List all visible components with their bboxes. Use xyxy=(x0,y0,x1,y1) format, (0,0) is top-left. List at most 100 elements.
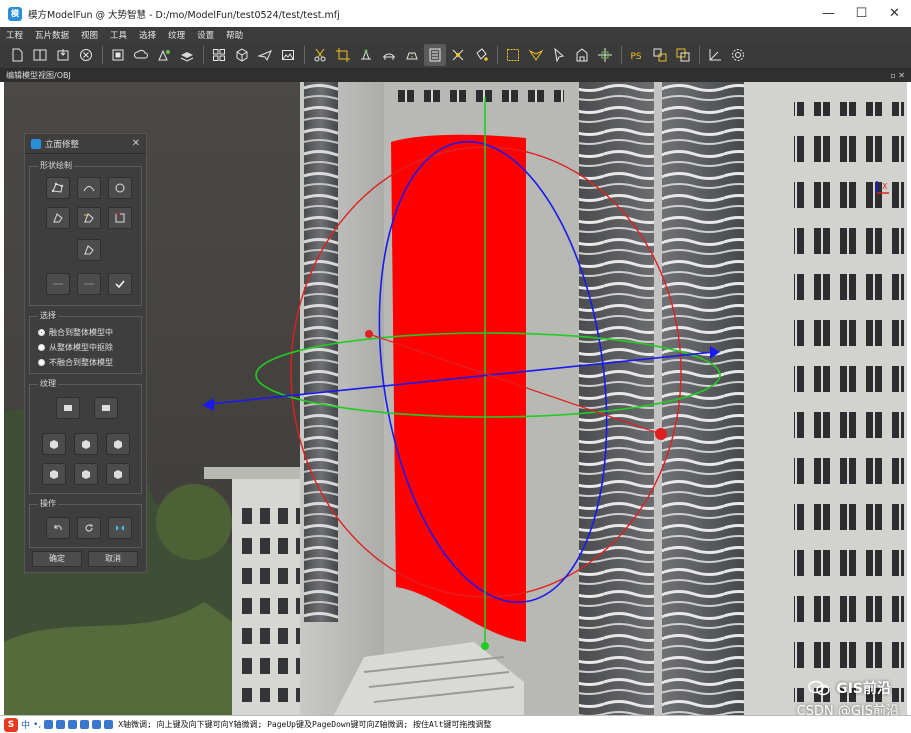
texture-group-label: 纹理 xyxy=(38,378,58,389)
box-texture-2-icon[interactable] xyxy=(74,433,98,455)
settings-icon[interactable] xyxy=(727,44,749,66)
toolbar-separator xyxy=(203,46,204,64)
flatten-icon[interactable] xyxy=(355,44,377,66)
close-icon[interactable]: ✕ xyxy=(878,0,911,27)
box-texture-5-icon[interactable] xyxy=(74,463,98,485)
shape-subtract-icon[interactable] xyxy=(77,207,101,229)
axis-y-handle[interactable] xyxy=(481,642,489,650)
watermark-brand-text: GIS前沿 xyxy=(836,681,891,697)
arc-draw-icon[interactable] xyxy=(77,177,101,199)
polygon-draw-icon[interactable] xyxy=(46,177,70,199)
box-texture-6-icon[interactable] xyxy=(106,463,130,485)
fill-icon[interactable] xyxy=(470,44,492,66)
minimize-icon[interactable]: — xyxy=(812,0,845,27)
texture-copy-icon[interactable] xyxy=(672,44,694,66)
operate-group: 操作 xyxy=(29,498,142,548)
option-label: 不融合到整体模型 xyxy=(49,358,113,367)
menu-settings[interactable]: 设置 xyxy=(197,29,214,41)
confirm-check-icon[interactable] xyxy=(108,273,132,295)
toolbar-separator xyxy=(102,46,103,64)
radio-unchecked[interactable] xyxy=(38,359,45,366)
new-file-icon[interactable] xyxy=(6,44,28,66)
option-merge-into-model[interactable]: 融合到整体模型中 xyxy=(38,327,113,338)
ime-mode[interactable]: 中 xyxy=(21,718,30,731)
undo-point-icon[interactable] xyxy=(46,273,70,295)
cancel-button[interactable]: 取消 xyxy=(88,551,138,567)
split-view-icon[interactable] xyxy=(29,44,51,66)
menu-help[interactable]: 帮助 xyxy=(226,29,243,41)
rotate-icon[interactable] xyxy=(77,517,101,539)
panel-title-bar[interactable]: 立面修整 ✕ xyxy=(25,134,146,154)
crop-icon[interactable] xyxy=(332,44,354,66)
image-icon[interactable] xyxy=(277,44,299,66)
keyboard-icon[interactable] xyxy=(68,720,78,729)
building-icon[interactable] xyxy=(571,44,593,66)
svg-text:X: X xyxy=(882,182,888,191)
mirror-icon[interactable] xyxy=(108,517,132,539)
cube-icon[interactable] xyxy=(231,44,253,66)
texture-flat-icon[interactable] xyxy=(56,397,80,419)
grid-menu-icon[interactable] xyxy=(104,720,114,729)
axis-x-handle-end[interactable] xyxy=(655,428,667,440)
ime-punctuation[interactable]: •, xyxy=(33,720,41,730)
menu-texture[interactable]: 纹理 xyxy=(168,29,185,41)
circle-draw-icon[interactable] xyxy=(108,177,132,199)
select-pointer-icon[interactable] xyxy=(548,44,570,66)
rectangle-draw-icon[interactable] xyxy=(108,207,132,229)
texture-swap-icon[interactable] xyxy=(649,44,671,66)
redo-point-icon[interactable] xyxy=(77,273,101,295)
select-rect-icon[interactable] xyxy=(502,44,524,66)
repair-icon[interactable] xyxy=(447,44,469,66)
photoshop-icon[interactable]: PS xyxy=(626,44,648,66)
cloud-icon[interactable] xyxy=(130,44,152,66)
emoji-icon[interactable] xyxy=(44,720,54,729)
menu-project[interactable]: 工程 xyxy=(6,29,23,41)
move-gizmo-icon[interactable] xyxy=(594,44,616,66)
box-texture-4-icon[interactable] xyxy=(42,463,66,485)
grid-icon[interactable] xyxy=(208,44,230,66)
bridge-icon[interactable] xyxy=(378,44,400,66)
close-project-icon[interactable] xyxy=(75,44,97,66)
cut-icon[interactable] xyxy=(309,44,331,66)
wechat-icon xyxy=(808,680,830,696)
radio-checked[interactable] xyxy=(38,329,45,336)
ime-logo-icon[interactable]: S xyxy=(4,717,18,732)
microphone-icon[interactable] xyxy=(56,720,66,729)
menu-select[interactable]: 选择 xyxy=(139,29,156,41)
import-icon[interactable] xyxy=(52,44,74,66)
road-icon[interactable] xyxy=(401,44,423,66)
radio-unchecked[interactable] xyxy=(38,344,45,351)
texture-flat-alt-icon[interactable] xyxy=(94,397,118,419)
option-no-merge[interactable]: 不融合到整体模型 xyxy=(38,357,113,368)
tower-center-top-windows xyxy=(394,82,564,102)
toolbar-separator xyxy=(497,46,498,64)
facade-selection-patch[interactable] xyxy=(391,134,526,642)
shape-draw-label: 形状绘制 xyxy=(38,160,74,171)
viewport-window-icons[interactable]: ▫ ✕ xyxy=(890,69,905,82)
panel-close-icon[interactable]: ✕ xyxy=(132,138,140,149)
option-cut-from-model[interactable]: 从整体模型中抠除 xyxy=(38,342,113,353)
box-texture-1-icon[interactable] xyxy=(42,433,66,455)
tower-left-reflections xyxy=(304,82,338,622)
panel-title: 立面修整 xyxy=(45,139,80,150)
menu-tile-data[interactable]: 瓦片数据 xyxy=(35,29,69,41)
toolbar-separator xyxy=(621,46,622,64)
menu-view[interactable]: 视图 xyxy=(81,29,98,41)
ok-button[interactable]: 确定 xyxy=(32,551,82,567)
shape-add-icon[interactable] xyxy=(46,207,70,229)
layers-icon[interactable] xyxy=(176,44,198,66)
box-texture-3-icon[interactable] xyxy=(106,433,130,455)
select-lasso-icon[interactable] xyxy=(525,44,547,66)
menu-tools[interactable]: 工具 xyxy=(110,29,127,41)
measure-icon[interactable] xyxy=(704,44,726,66)
shirt-icon[interactable] xyxy=(92,720,102,729)
axis-x-handle-start[interactable] xyxy=(365,330,373,338)
facade-icon[interactable] xyxy=(424,44,446,66)
plane-icon[interactable] xyxy=(254,44,276,66)
maximize-icon[interactable]: ☐ xyxy=(845,0,878,27)
shape-edit-icon[interactable] xyxy=(77,239,101,261)
user-icon[interactable] xyxy=(80,720,90,729)
stop-icon[interactable] xyxy=(107,44,129,66)
undo-icon[interactable] xyxy=(46,517,70,539)
model-edit-icon[interactable] xyxy=(153,44,175,66)
